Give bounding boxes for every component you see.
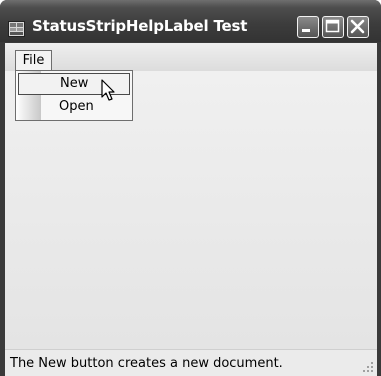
title-bar[interactable]: StatusStripHelpLabel Test (0, 0, 381, 42)
close-button[interactable] (347, 16, 369, 38)
menu-file[interactable]: File (15, 50, 52, 70)
status-help-label: The New button creates a new document. (10, 356, 283, 371)
status-strip: The New button creates a new document. (5, 349, 377, 376)
resize-grip-icon[interactable] (362, 361, 374, 373)
minimize-icon (302, 29, 310, 32)
maximize-icon (325, 19, 340, 33)
minimize-button[interactable] (297, 16, 319, 38)
menu-bar: File (5, 43, 377, 71)
client-area: File New Open The New button creates a n… (5, 43, 377, 376)
window-title: StatusStripHelpLabel Test (32, 17, 248, 35)
menu-item-new-label: New (60, 76, 89, 91)
app-window: StatusStripHelpLabel Test File New Open … (0, 0, 381, 376)
menu-item-open-label: Open (59, 99, 94, 114)
close-icon (350, 19, 365, 34)
maximize-button[interactable] (322, 16, 344, 38)
mouse-pointer-icon (101, 79, 115, 101)
window-app-icon[interactable] (8, 21, 25, 37)
